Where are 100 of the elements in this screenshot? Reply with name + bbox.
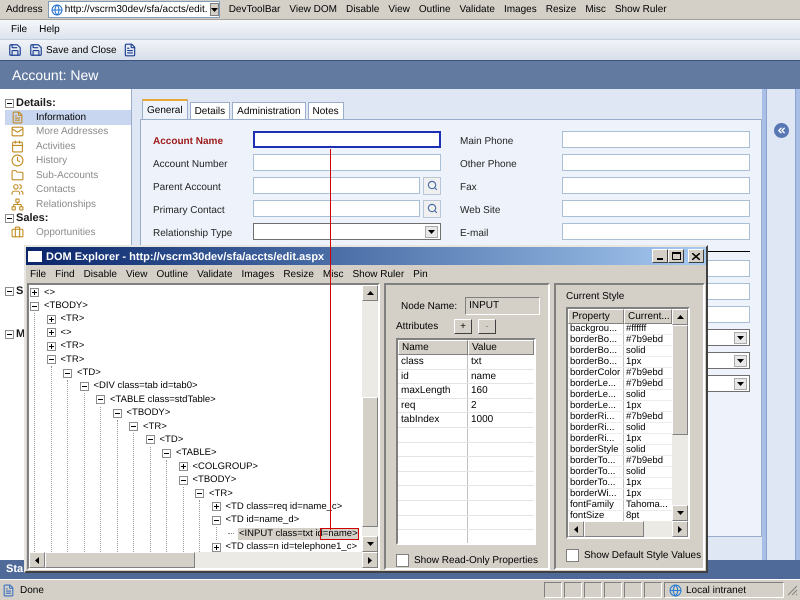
collapse-icon[interactable]	[46, 355, 56, 364]
vertical-scrollbar[interactable]	[672, 309, 688, 521]
tree-node[interactable]: <TR>	[60, 340, 86, 352]
menu-item[interactable]: Validate	[197, 266, 233, 282]
collapse-icon[interactable]	[195, 489, 204, 498]
tree-node[interactable]: <TD id=name_d>	[224, 514, 300, 526]
tree-node[interactable]: <>	[43, 286, 56, 299]
column-header[interactable]: Name	[398, 340, 468, 355]
horizontal-scrollbar[interactable]	[29, 552, 378, 568]
expand-icon[interactable]	[178, 462, 188, 472]
tree-node[interactable]: <TD>	[76, 367, 102, 380]
text-field[interactable]	[253, 131, 441, 148]
menu-item[interactable]: Pin	[413, 266, 428, 282]
tree-node[interactable]: <>	[60, 326, 73, 339]
maximize-button[interactable]	[668, 249, 684, 263]
collapse-icon[interactable]	[5, 214, 14, 223]
tree-node[interactable]: <TBODY>	[43, 300, 89, 312]
toolbar-menu-item[interactable]: Misc	[585, 2, 606, 17]
collapse-icon[interactable]	[96, 395, 105, 404]
tree-node[interactable]: <TR>	[60, 313, 86, 326]
menu-item[interactable]: Resize	[283, 266, 314, 282]
checkbox[interactable]	[566, 549, 579, 562]
toolbar-menu-item[interactable]: Disable	[346, 2, 380, 17]
collapse-icon[interactable]	[112, 408, 122, 418]
menu-item[interactable]: File	[11, 22, 28, 37]
menu-item[interactable]: Disable	[84, 266, 117, 282]
lookup-field[interactable]	[253, 177, 420, 194]
tree-node[interactable]: <TBODY>	[192, 474, 238, 486]
text-field[interactable]	[562, 177, 750, 194]
save-icon[interactable]	[8, 43, 22, 57]
text-field[interactable]	[562, 131, 750, 148]
expand-icon[interactable]	[46, 342, 56, 351]
text-field[interactable]	[562, 154, 750, 171]
menu-item[interactable]: Show Ruler	[352, 266, 404, 282]
checkbox[interactable]	[396, 554, 409, 567]
menu-item[interactable]: Outline	[156, 266, 188, 282]
collapse-icon[interactable]	[162, 448, 171, 458]
toolbar-menu-item[interactable]: Outline	[418, 2, 451, 17]
document-icon[interactable]	[122, 43, 137, 57]
save-and-close-button[interactable]: Save and Close	[29, 42, 117, 58]
menu-item[interactable]: View	[126, 266, 148, 282]
tree-node[interactable]: <TR>	[60, 354, 86, 366]
toolbar-menu-item[interactable]: Resize	[546, 2, 576, 17]
collapse-icon[interactable]	[30, 302, 39, 311]
expand-icon[interactable]	[30, 288, 39, 298]
collapse-icon[interactable]	[5, 286, 14, 296]
toolbar-menu-item[interactable]: View	[388, 2, 410, 17]
tab[interactable]: Details	[190, 102, 230, 119]
toolbar-menu-item[interactable]: Images	[504, 2, 537, 17]
tree-node[interactable]: <TR>	[208, 488, 234, 500]
menu-item[interactable]: Help	[39, 22, 60, 37]
text-field[interactable]	[562, 200, 750, 217]
tree-node[interactable]: <TABLE class=stdTable>	[109, 394, 217, 406]
tab[interactable]: Notes	[308, 102, 344, 119]
collapse-icon[interactable]	[146, 435, 154, 444]
expand-icon[interactable]	[212, 502, 220, 512]
text-field[interactable]	[253, 154, 441, 171]
collapse-button[interactable]	[774, 123, 788, 138]
resize-grip-icon[interactable]	[786, 584, 798, 596]
column-header[interactable]: Property	[568, 309, 624, 324]
vertical-scrollbar[interactable]	[362, 285, 378, 552]
collapse-icon[interactable]	[178, 476, 188, 485]
collapse-icon[interactable]	[212, 516, 220, 525]
tree-node[interactable]: <DIV class=tab id=tab0>	[92, 380, 199, 392]
tree-node[interactable]: <TD class=n id=telephone1_c>	[224, 541, 358, 552]
collapse-icon[interactable]	[5, 98, 14, 108]
lookup-button[interactable]	[423, 200, 441, 218]
column-header[interactable]: Value	[468, 340, 534, 355]
menu-item[interactable]: Find	[55, 266, 75, 282]
menu-item[interactable]: File	[30, 266, 46, 282]
collapse-icon[interactable]	[5, 330, 14, 338]
tab[interactable]: General	[142, 99, 188, 119]
tree-node[interactable]: <TBODY>	[126, 407, 172, 420]
collapse-icon[interactable]	[129, 422, 138, 432]
expand-icon[interactable]	[46, 328, 56, 338]
expand-icon[interactable]	[46, 314, 56, 324]
toolbar-menu-item[interactable]: DevToolBar	[228, 2, 280, 17]
tree-node[interactable]: <TD>	[158, 434, 184, 446]
collapse-icon[interactable]	[63, 368, 72, 378]
toolbar-menu-item[interactable]: View DOM	[289, 2, 337, 17]
address-field[interactable]: http://vscrm30dev/sfa/accts/edit.	[48, 1, 220, 18]
sidebar-item[interactable]: Information	[5, 110, 131, 124]
add-attribute-button[interactable]: +	[454, 319, 472, 334]
menu-item[interactable]: Images	[242, 266, 274, 282]
node-name-field[interactable]: INPUT	[465, 297, 540, 315]
toolbar-menu-item[interactable]: Show Ruler	[614, 2, 667, 17]
close-button[interactable]	[688, 249, 704, 263]
expand-icon[interactable]	[212, 542, 220, 552]
tree-node[interactable]: <TR>	[142, 420, 168, 433]
text-field[interactable]	[562, 223, 750, 240]
tree-node[interactable]: <TABLE>	[175, 447, 218, 460]
column-header[interactable]: Current...	[624, 309, 672, 324]
collapse-icon[interactable]	[80, 382, 88, 391]
tree-node[interactable]: <COLGROUP>	[192, 460, 259, 473]
dropdown-field[interactable]	[253, 223, 441, 240]
lookup-button[interactable]	[423, 176, 441, 194]
tab[interactable]: Administration	[232, 102, 306, 119]
lookup-field[interactable]	[253, 200, 420, 217]
horizontal-scrollbar[interactable]	[568, 521, 688, 537]
minimize-button[interactable]	[652, 249, 668, 263]
